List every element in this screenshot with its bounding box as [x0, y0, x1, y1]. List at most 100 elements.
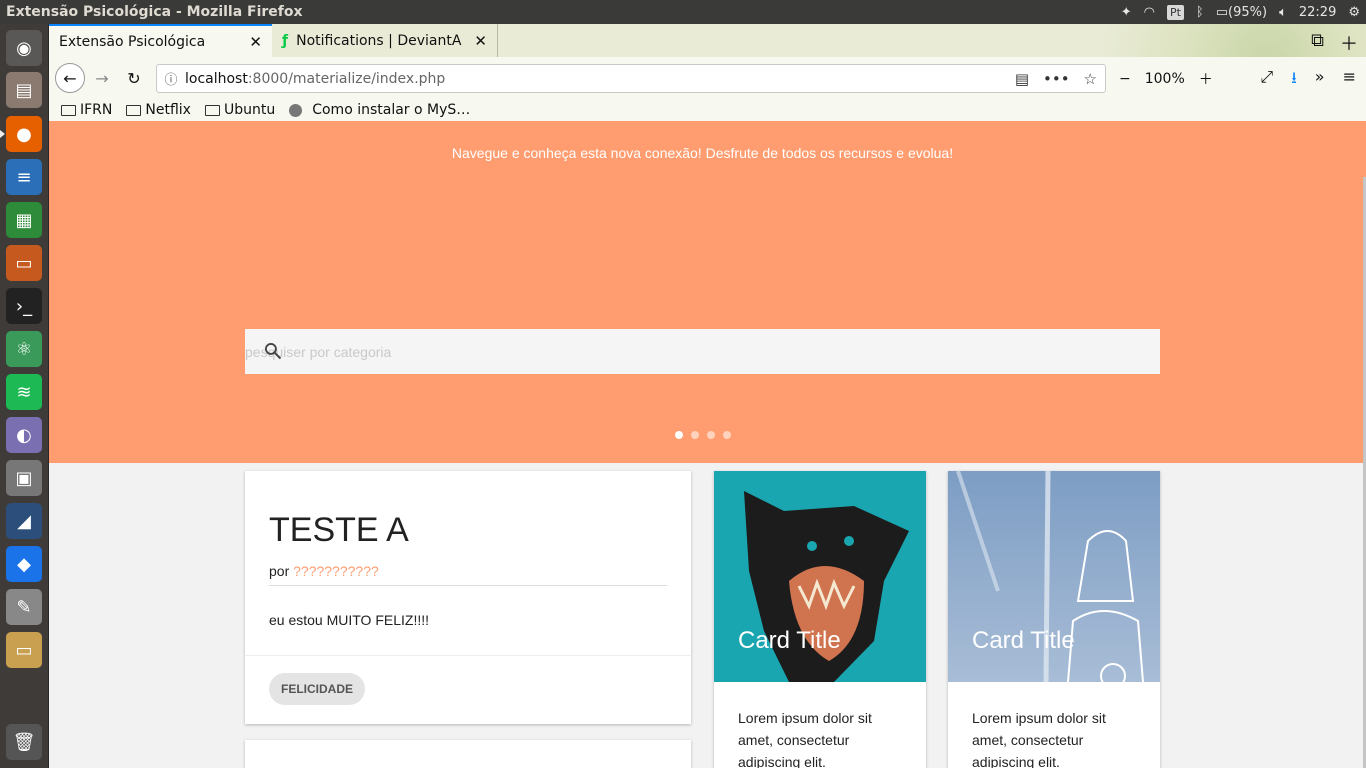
hero-caption: Navegue e conheça esta nova conexão! Des…	[451, 145, 954, 161]
slider-dot[interactable]	[723, 431, 731, 439]
dropbox-launcher-icon[interactable]: ◆	[6, 546, 42, 582]
page-viewport: Navegue e conheça esta nova conexão! Des…	[49, 121, 1366, 768]
arrow-left-icon: ←	[63, 68, 77, 88]
back-button[interactable]: ←	[55, 63, 85, 93]
bookmark-netflix[interactable]: Netflix	[126, 102, 191, 118]
hamburger-menu-icon[interactable]: ≡	[1343, 67, 1356, 94]
tab-strip: Extensão Psicológica ✕ ƒ Notifications |…	[49, 24, 498, 57]
reload-icon: ↻	[127, 68, 141, 88]
post-author: por ???????????	[269, 563, 379, 579]
slider-dot[interactable]	[675, 431, 683, 439]
card-title: Card Title	[738, 627, 841, 654]
tab-label: Notifications | DeviantA	[296, 32, 462, 49]
clock[interactable]: 22:29	[1299, 5, 1336, 20]
post-text: eu estou MUITO FELIZ!!!!	[269, 612, 430, 628]
writer-icon[interactable]: ≡	[6, 159, 42, 195]
dash-home-icon[interactable]: ◉	[6, 30, 42, 66]
folder-icon	[204, 104, 220, 116]
bluetooth-icon[interactable]: ᛒ	[1196, 5, 1204, 20]
battery-indicator[interactable]: ▭(95%)	[1216, 5, 1267, 20]
download-icon[interactable]: ⭳	[1291, 67, 1297, 94]
url-bar[interactable]: ⓘ localhost:8000/materialize/index.php ▤…	[156, 64, 1106, 93]
close-icon[interactable]: ✕	[474, 32, 487, 50]
battery-icon: ▭	[1215, 4, 1229, 20]
bookmark-ubuntu[interactable]: Ubuntu	[204, 102, 276, 118]
post-title: TESTE A	[269, 511, 409, 549]
tab-strip-actions: ⧉ ＋	[1311, 30, 1358, 56]
zoom-in-button[interactable]: ＋	[1199, 69, 1213, 89]
close-icon[interactable]: ✕	[249, 33, 262, 51]
system-tray: ✦ ◠ Pt ᛒ ▭(95%) 🔈︎ 22:29 ⚙	[1121, 4, 1366, 20]
window-title: Extensão Psicológica - Mozilla Firefox	[6, 4, 303, 20]
bookmark-label: Ubuntu	[223, 102, 276, 118]
reload-button[interactable]: ↻	[121, 65, 147, 91]
bookmark-ifrn[interactable]: IFRN	[61, 102, 112, 118]
toolbar-extras: ⤢ ⭳ » ≡	[1260, 67, 1356, 94]
trash-icon[interactable]: 🗑︎	[6, 724, 42, 760]
divider	[269, 585, 667, 586]
image-card-cat: Card Title Lorem ipsum dolor sit amet, c…	[714, 471, 926, 768]
zoom-controls: − 100% ＋	[1119, 69, 1213, 89]
info-icon[interactable]: ⓘ	[157, 69, 185, 88]
slider-dot[interactable]	[707, 431, 715, 439]
new-tab-icon[interactable]: ＋	[1340, 30, 1358, 56]
keyboard-layout[interactable]: Pt	[1166, 4, 1184, 20]
forward-button[interactable]: →	[89, 65, 115, 91]
search-icon	[265, 343, 282, 360]
bookmark-label: IFRN	[80, 102, 113, 118]
author-link[interactable]: ???????????	[293, 563, 379, 579]
files-icon[interactable]: ▤	[6, 72, 42, 108]
tab-deviantart[interactable]: ƒ Notifications | DeviantA ✕	[272, 24, 498, 57]
bookmark-mysql[interactable]: Como instalar o MyS…	[289, 102, 470, 118]
bookmark-label: Netflix	[145, 102, 191, 118]
overflow-chevron-icon[interactable]: »	[1315, 67, 1325, 94]
volume-icon[interactable]: 🔈︎	[1279, 5, 1287, 20]
container-tab-icon[interactable]: ⧉	[1311, 30, 1324, 56]
page-actions-icon[interactable]: •••	[1043, 70, 1070, 88]
search-input[interactable]	[245, 329, 1160, 374]
author-prefix: por	[269, 563, 290, 579]
firefox-chrome: Extensão Psicológica ✕ ƒ Notifications |…	[49, 24, 1366, 121]
wifi-icon[interactable]: ◠	[1144, 5, 1155, 20]
camera-icon[interactable]: ▣	[6, 460, 42, 496]
tag-chip[interactable]: FELICIDADE	[269, 673, 365, 705]
zoom-out-button[interactable]: −	[1119, 71, 1131, 87]
spotify-icon[interactable]: ≋	[6, 374, 42, 410]
gear-icon[interactable]: ⚙	[1348, 5, 1360, 20]
bookmark-label: Como instalar o MyS…	[312, 102, 471, 118]
archive-icon[interactable]: ▭	[6, 632, 42, 668]
arrow-right-icon: →	[95, 68, 109, 88]
dropbox-icon[interactable]: ✦	[1121, 5, 1132, 20]
post-card-2	[245, 740, 691, 768]
atom-icon[interactable]: ⚛	[6, 331, 42, 367]
bookmark-star-icon[interactable]: ☆	[1084, 70, 1097, 88]
deviantart-icon: ƒ	[282, 32, 289, 49]
folder-icon	[61, 104, 76, 116]
bookmarks-toolbar: IFRN Netflix Ubuntu Como instalar o MyS…	[49, 99, 1366, 121]
url-host: localhost	[185, 70, 248, 87]
mysql-workbench-icon[interactable]: ◢	[6, 503, 42, 539]
impress-icon[interactable]: ▭	[6, 245, 42, 281]
running-indicator	[0, 130, 5, 138]
ubuntu-top-panel: Extensão Psicológica - Mozilla Firefox ✦…	[0, 0, 1366, 24]
hero-slider: Navegue e conheça esta nova conexão! Des…	[49, 121, 1366, 463]
disc-icon[interactable]: ◐	[6, 417, 42, 453]
reader-view-icon[interactable]: ▤	[1015, 70, 1029, 88]
search-bar[interactable]	[245, 329, 1160, 374]
card-text: Lorem ipsum dolor sit amet, consectetur …	[972, 710, 1106, 768]
text-editor-icon[interactable]: ✎	[6, 589, 42, 625]
tab-label: Extensão Psicológica	[59, 33, 206, 50]
terminal-icon[interactable]: ›_	[6, 288, 42, 324]
url-path: :8000/materialize/index.php	[247, 70, 446, 87]
globe-icon	[289, 103, 303, 117]
card-title: Card Title	[972, 627, 1075, 654]
firefox-icon[interactable]: ●	[6, 116, 42, 152]
card-text: Lorem ipsum dolor sit amet, consectetur …	[738, 710, 872, 768]
tab-extensao[interactable]: Extensão Psicológica ✕	[49, 24, 272, 57]
zoom-level[interactable]: 100%	[1145, 71, 1185, 87]
slider-dot[interactable]	[691, 431, 699, 439]
ubuntu-launcher: ◉ ▤ ● ≡ ▦ ▭ ›_ ⚛ ≋ ◐ ▣ ◢ ◆ ✎ ▭ 🗑︎	[0, 24, 49, 768]
fullscreen-icon[interactable]: ⤢	[1260, 67, 1273, 94]
battery-percent: (95%)	[1228, 4, 1268, 20]
calc-icon[interactable]: ▦	[6, 202, 42, 238]
